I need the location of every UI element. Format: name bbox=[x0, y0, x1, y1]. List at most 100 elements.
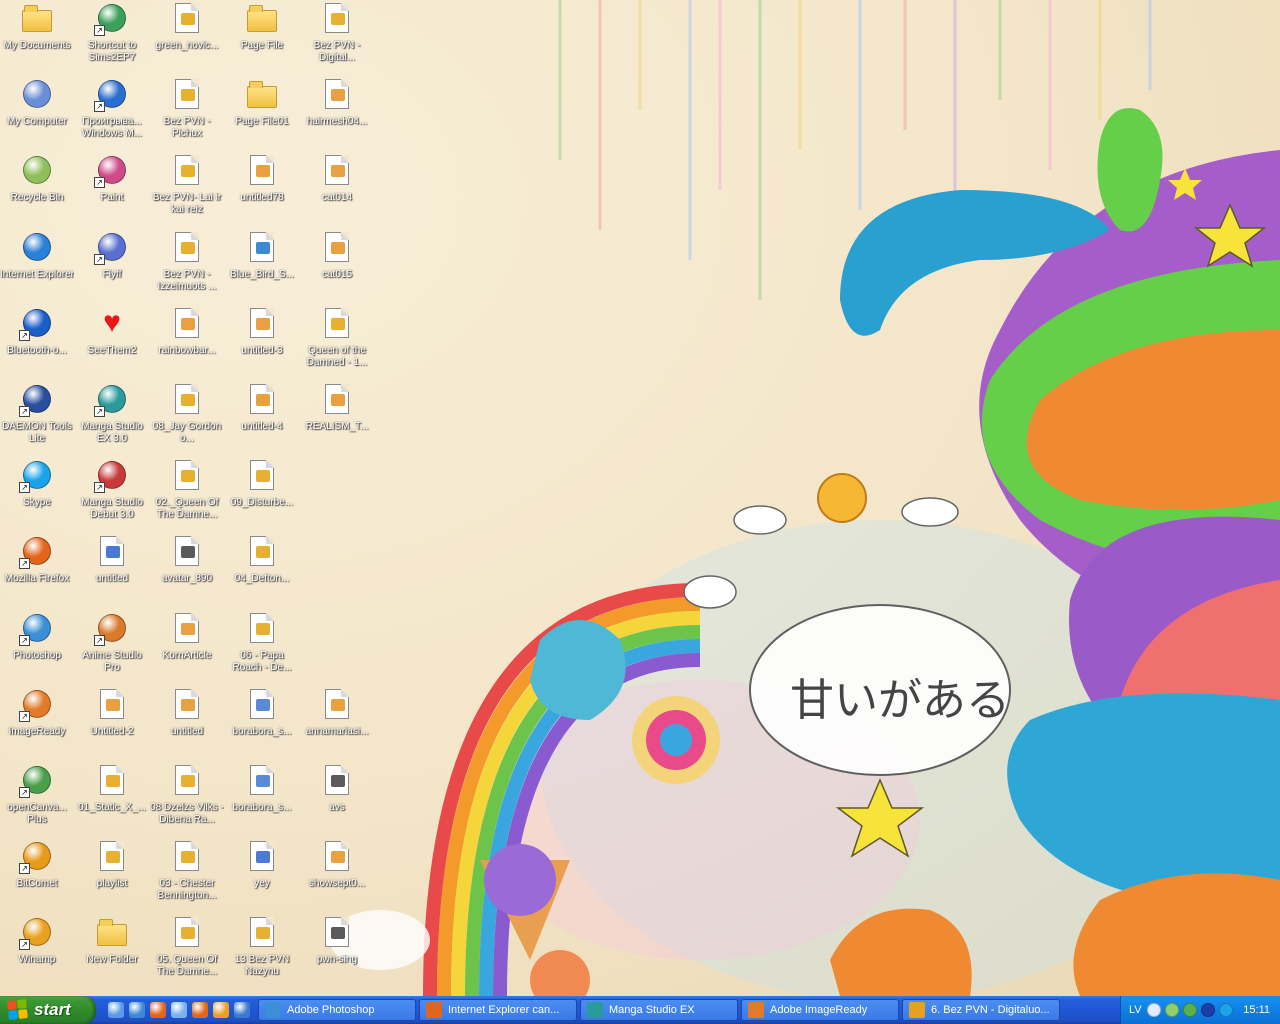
desktop-icon[interactable]: 03 - Chester Bennington... bbox=[150, 838, 224, 910]
taskbar-button[interactable]: Adobe ImageReady bbox=[741, 999, 899, 1021]
desktop-icon[interactable]: ↗ Shortcut to Sims2EP7 bbox=[75, 0, 149, 72]
desktop-icon[interactable]: New Folder bbox=[75, 914, 149, 986]
desktop-icon[interactable]: Queen of the Damned - 1... bbox=[300, 305, 374, 377]
desktop-icon-label: green_novic... bbox=[155, 40, 219, 51]
taskbar-button[interactable]: Adobe Photoshop bbox=[258, 999, 416, 1021]
desktop-icon[interactable]: ↗ Manga Studio EX 3.0 bbox=[75, 381, 149, 453]
show-desktop-icon[interactable] bbox=[108, 1002, 124, 1018]
start-button[interactable]: start bbox=[0, 996, 96, 1024]
desktop-icon[interactable]: Bez PVN - Pichux bbox=[150, 76, 224, 148]
desktop-icon[interactable]: ↗ BitComet bbox=[0, 838, 74, 910]
clock[interactable]: 15:11 bbox=[1243, 1004, 1270, 1016]
desktop-icon[interactable]: 05. Queen Of The Damne... bbox=[150, 914, 224, 986]
desktop-icon[interactable]: untitled bbox=[75, 533, 149, 605]
desktop-icon[interactable]: 06 - Papa Roach - De... bbox=[225, 610, 299, 682]
shortcut-arrow-icon: ↗ bbox=[19, 482, 30, 494]
desktop-icon[interactable]: yey bbox=[225, 838, 299, 910]
desktop-icon[interactable]: cat015 bbox=[300, 229, 374, 301]
firefox-icon bbox=[426, 1002, 442, 1018]
desktop-icon[interactable]: showsept0... bbox=[300, 838, 374, 910]
desktop-icon[interactable]: cat014 bbox=[300, 152, 374, 224]
desktop-icon[interactable]: 08 Dzelzs Vilks - Dibena Ra... bbox=[150, 762, 224, 834]
desktop-icon-label: My Computer bbox=[6, 116, 67, 128]
image-file-icon bbox=[96, 688, 128, 720]
desktop-icon-label: Shortcut to Sims2EP7 bbox=[87, 40, 137, 63]
media-player-icon: ↗ bbox=[94, 78, 128, 113]
desktop-icon[interactable]: ↗ Bluetooth-o... bbox=[0, 305, 74, 377]
desktop-icon[interactable]: untitled-3 bbox=[225, 305, 299, 377]
desktop-icon[interactable]: KornArticle bbox=[150, 610, 224, 682]
desktop-icon[interactable]: ↗ ImageReady bbox=[0, 686, 74, 758]
desktop-icon[interactable]: Bez PVN - Digital... bbox=[300, 0, 374, 72]
tray-icons bbox=[1146, 1003, 1233, 1017]
desktop-icon[interactable]: Internet Explorer bbox=[0, 229, 74, 301]
desktop-icon[interactable]: ↗ Skype bbox=[0, 457, 74, 529]
firefox-icon: ↗ bbox=[19, 535, 53, 570]
desktop-icon[interactable]: 09_Disturbe... bbox=[225, 457, 299, 529]
firefox-icon[interactable] bbox=[192, 1002, 208, 1018]
desktop-icon[interactable]: ↗ Paint bbox=[75, 152, 149, 224]
bluetooth-icon[interactable] bbox=[1200, 1003, 1215, 1017]
shortcut-arrow-icon: ↗ bbox=[19, 558, 30, 570]
taskbar-button[interactable]: Internet Explorer can... bbox=[419, 999, 577, 1021]
network-icon[interactable] bbox=[1164, 1003, 1179, 1017]
image-file-icon bbox=[246, 383, 278, 415]
desktop-icon[interactable]: ↗ Проигрыва... Windows M... bbox=[75, 76, 149, 148]
desktop-icon[interactable]: ↗ Mozilla Firefox bbox=[0, 533, 74, 605]
desktop-icon[interactable]: avs bbox=[300, 762, 374, 834]
shortcut-arrow-icon: ↗ bbox=[19, 863, 30, 875]
desktop-icon[interactable]: ↗ DAEMON Tools Lite bbox=[0, 381, 74, 453]
desktop-icon[interactable]: avatar_890 bbox=[150, 533, 224, 605]
skype-icon[interactable] bbox=[1218, 1003, 1233, 1017]
desktop-icon[interactable]: 02._Queen Of The Damne... bbox=[150, 457, 224, 529]
desktop-icon[interactable]: ↗ Manga Studio Debut 3.0 bbox=[75, 457, 149, 529]
taskbar-button[interactable]: 6. Bez PVN - Digitaluo... bbox=[902, 999, 1060, 1021]
flyff-icon: ↗ bbox=[94, 231, 128, 265]
internet-explorer-icon[interactable] bbox=[129, 1002, 145, 1018]
desktop-icon[interactable]: Recycle Bin bbox=[0, 152, 74, 224]
desktop-icon[interactable]: ↗ Winamp bbox=[0, 914, 74, 986]
desktop-icon[interactable]: My Computer bbox=[0, 76, 74, 148]
desktop-icon[interactable]: ↗ openCanva... Plus bbox=[0, 762, 74, 834]
desktop-icon[interactable]: Untitled-2 bbox=[75, 686, 149, 758]
desktop-icon[interactable]: untitled bbox=[150, 686, 224, 758]
desktop-icon[interactable]: 04_Defton... bbox=[225, 533, 299, 605]
desktop-icon[interactable]: ↗ Photoshop bbox=[0, 610, 74, 682]
search-icon[interactable] bbox=[171, 1002, 187, 1018]
desktop-icon[interactable]: Blue_Bird_S... bbox=[225, 229, 299, 301]
tray-arrow-icon[interactable] bbox=[1146, 1003, 1161, 1017]
desktop-icon[interactable]: ↗ Flyff bbox=[75, 229, 149, 301]
desktop-icon[interactable]: REALISM_T... bbox=[300, 381, 374, 453]
desktop-icon[interactable]: playlist bbox=[75, 838, 149, 910]
audio-file-icon bbox=[171, 916, 203, 948]
desktop-icon-label: Проигрыва... Windows M... bbox=[81, 116, 142, 140]
desktop-icon[interactable]: pwn-sing bbox=[300, 914, 374, 986]
desktop-icon[interactable]: annamariasi... bbox=[300, 686, 374, 758]
desktop-icon[interactable]: ♥ SeeThem2 bbox=[75, 305, 149, 377]
desktop-icon[interactable]: untitled-4 bbox=[225, 381, 299, 453]
security-icon[interactable] bbox=[1182, 1003, 1197, 1017]
desktop-icon-label: Bez PVN - Pichux bbox=[163, 116, 211, 140]
desktop-icon[interactable]: green_novic... bbox=[150, 0, 224, 72]
desktop-icon[interactable]: 01_Static_X_... bbox=[75, 762, 149, 834]
desktop-icon[interactable]: ↗ Anime Studio Pro bbox=[75, 610, 149, 682]
winamp-icon[interactable] bbox=[213, 1002, 229, 1018]
firefox-icon[interactable] bbox=[150, 1002, 166, 1018]
desktop-icon[interactable]: My Documents bbox=[0, 0, 74, 72]
skype-icon: ↗ bbox=[19, 459, 53, 494]
desktop-icon[interactable]: 13 Bez PVN Nazynu bbox=[225, 914, 299, 986]
desktop-icon[interactable]: Page File bbox=[225, 0, 299, 72]
taskbar-button[interactable]: Manga Studio EX bbox=[580, 999, 738, 1021]
desktop-icon[interactable]: borabora_s... bbox=[225, 762, 299, 834]
desktop-icon[interactable]: Bez PVN- Lai ir kai reiz bbox=[150, 152, 224, 224]
media-player-icon[interactable] bbox=[234, 1002, 250, 1018]
desktop-icon[interactable]: Bez PVN - Izzeimuots ... bbox=[150, 229, 224, 301]
desktop-icon[interactable]: 08_Jay Gordon o... bbox=[150, 381, 224, 453]
image-file-icon bbox=[246, 154, 278, 186]
desktop-icon[interactable]: rainbowbar... bbox=[150, 305, 224, 377]
desktop-icon[interactable]: borabora_s... bbox=[225, 686, 299, 758]
language-indicator[interactable]: LV bbox=[1129, 1004, 1142, 1016]
desktop-icon[interactable]: Page File01 bbox=[225, 76, 299, 148]
desktop-icon[interactable]: untitled78 bbox=[225, 152, 299, 224]
desktop-icon[interactable]: hairmesh04... bbox=[300, 76, 374, 148]
